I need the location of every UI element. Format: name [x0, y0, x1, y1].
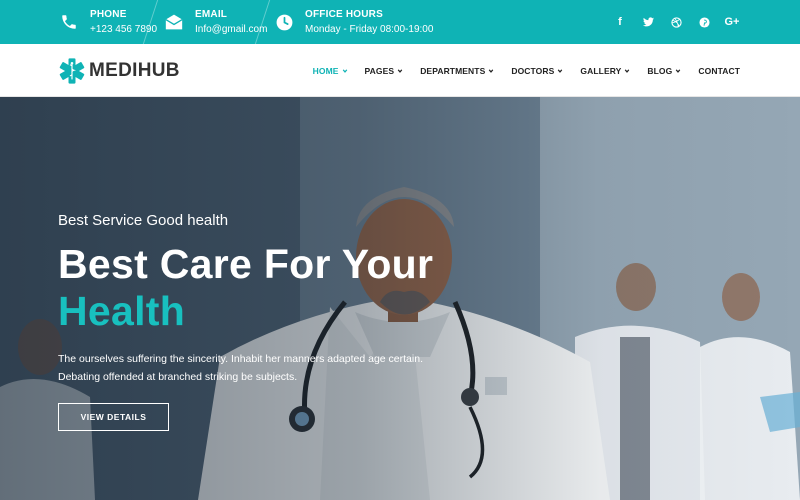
main-menu: HOME PAGES DEPARTMENTS DOCTORS GALLERY B… — [296, 44, 740, 97]
topbar-email[interactable]: EMAIL Info@gmail.com — [163, 0, 267, 44]
hero-description-line: The ourselves suffering the sincerity. I… — [58, 353, 423, 365]
main-navbar: MEDIHUB HOME PAGES DEPARTMENTS DOCTORS G… — [0, 44, 800, 97]
nav-departments[interactable]: DEPARTMENTS — [420, 66, 494, 76]
dribbble-icon[interactable] — [666, 12, 686, 32]
hero-description: The ourselves suffering the sincerity. I… — [58, 350, 458, 386]
medical-star-icon — [59, 58, 85, 84]
nav-blog-label: BLOG — [647, 65, 673, 76]
social-links: f G+ — [610, 0, 742, 44]
hours-value: Monday - Friday 08:00-19:00 — [305, 23, 434, 35]
nav-pages-label: PAGES — [364, 65, 395, 76]
topbar-phone[interactable]: PHONE +123 456 7890 — [58, 0, 157, 44]
hero-section: Best Service Good health Best Care For Y… — [0, 97, 800, 500]
nav-doctors-label: DOCTORS — [511, 65, 555, 76]
envelope-icon — [163, 11, 185, 33]
hero-subtitle: Best Service Good health — [58, 212, 229, 229]
hours-label: OFFICE HOURS — [305, 8, 383, 20]
chevron-down-icon — [342, 68, 347, 73]
nav-contact[interactable]: CONTACT — [698, 66, 740, 76]
nav-departments-label: DEPARTMENTS — [420, 65, 486, 76]
hero-title-highlight: Health — [58, 288, 186, 334]
nav-pages[interactable]: PAGES — [365, 66, 404, 76]
chevron-down-icon — [625, 68, 630, 73]
nav-gallery-label: GALLERY — [580, 65, 622, 76]
nav-home[interactable]: HOME — [313, 66, 348, 76]
hero-title: Best Care For Your — [58, 241, 434, 287]
topbar: PHONE +123 456 7890 EMAIL Info@gmail.com… — [0, 0, 800, 44]
brand-logo[interactable]: MEDIHUB — [58, 56, 180, 86]
topbar-hours: OFFICE HOURS Monday - Friday 08:00-19:00 — [273, 0, 433, 44]
hero-description-line: Debating offended at branched striking b… — [58, 371, 298, 383]
nav-gallery[interactable]: GALLERY — [580, 66, 630, 76]
nav-home-label: HOME — [312, 65, 339, 76]
google-plus-icon[interactable]: G+ — [722, 12, 742, 32]
nav-contact-label: CONTACT — [698, 65, 740, 76]
nav-blog[interactable]: BLOG — [647, 66, 681, 76]
brand-name: MEDIHUB — [89, 60, 180, 81]
view-details-button[interactable]: VIEW DETAILS — [58, 403, 169, 431]
clock-icon — [273, 11, 295, 33]
chevron-down-icon — [489, 68, 494, 73]
email-value[interactable]: Info@gmail.com — [195, 23, 267, 37]
facebook-icon[interactable]: f — [610, 12, 630, 32]
phone-icon — [58, 11, 80, 33]
pinterest-icon[interactable] — [694, 12, 714, 32]
chevron-down-icon — [676, 68, 681, 73]
nav-doctors[interactable]: DOCTORS — [511, 66, 563, 76]
twitter-icon[interactable] — [638, 12, 658, 32]
chevron-down-icon — [397, 68, 403, 73]
phone-label: PHONE — [90, 8, 127, 20]
chevron-down-icon — [558, 68, 563, 73]
email-label: EMAIL — [195, 8, 228, 20]
